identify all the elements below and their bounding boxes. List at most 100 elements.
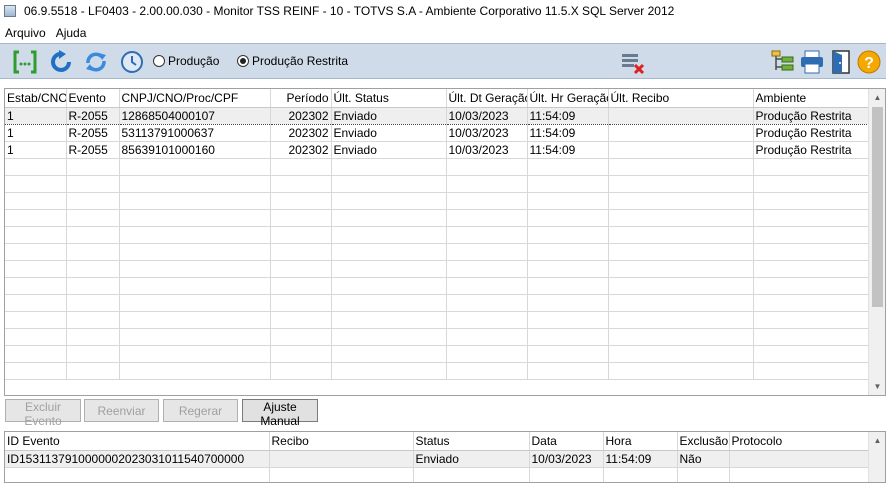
empty-cell — [608, 277, 754, 295]
table-cell-hr: 11:54:09 — [527, 106, 609, 125]
empty-cell — [5, 192, 67, 210]
empty-cell — [331, 294, 447, 312]
empty-cell — [119, 158, 271, 176]
history-header-row: ID Evento Recibo Status Data Hora Exclus… — [5, 432, 870, 451]
excluir-evento-button[interactable]: Excluir Evento — [5, 399, 81, 428]
history-cell-protocolo — [729, 450, 870, 468]
events-scrollbar[interactable]: ▲ ▼ — [868, 89, 885, 395]
empty-cell — [5, 311, 67, 329]
empty-cell — [66, 328, 120, 346]
radio-producao[interactable]: Produção — [153, 54, 219, 68]
empty-cell — [269, 467, 414, 482]
help-icon[interactable]: ? — [856, 49, 882, 75]
table-row[interactable]: 1 R-2055 53113791000637 202302 Enviado 10/03/… — [5, 124, 870, 142]
empty-cell — [603, 467, 678, 482]
col-hora[interactable]: Hora — [603, 432, 678, 451]
empty-row — [5, 277, 870, 295]
col-recibo[interactable]: Recibo — [269, 432, 414, 451]
radio-producao-input[interactable] — [153, 55, 165, 67]
empty-cell — [527, 158, 609, 176]
col-evento[interactable]: Evento — [66, 89, 120, 108]
col-id-evento[interactable]: ID Evento — [5, 432, 270, 451]
empty-cell — [66, 192, 120, 210]
events-header-row: Estab/CNO Evento CNPJ/CNO/Proc/CPF Perío… — [5, 89, 870, 108]
table-cell-periodo: 202302 — [270, 106, 332, 125]
empty-cell — [331, 158, 447, 176]
history-row[interactable]: ID1531137910000002023031011540700000 Envi… — [5, 450, 870, 468]
table-cell-dt: 10/03/2023 — [446, 124, 528, 142]
history-grid[interactable]: ID Evento Recibo Status Data Hora Exclus… — [4, 431, 886, 483]
col-ult-status[interactable]: Últ. Status — [331, 89, 447, 108]
regerar-button[interactable]: Regerar — [163, 399, 238, 422]
col-exclusao[interactable]: Exclusão — [677, 432, 730, 451]
delete-filter-icon[interactable] — [620, 49, 646, 75]
empty-cell — [331, 226, 447, 244]
empty-cell — [331, 345, 447, 363]
empty-cell — [5, 175, 67, 193]
scroll-up-icon[interactable]: ▲ — [869, 89, 885, 106]
menu-ajuda[interactable]: Ajuda — [51, 26, 92, 40]
empty-cell — [66, 243, 120, 261]
schedule-icon[interactable] — [119, 49, 145, 75]
empty-cell — [527, 294, 609, 312]
reenviar-button[interactable]: Reenviar — [84, 399, 159, 422]
empty-cell — [446, 175, 528, 193]
empty-cell — [5, 294, 67, 312]
empty-cell — [753, 294, 870, 312]
scroll-down-icon[interactable]: ▼ — [869, 378, 885, 395]
empty-cell — [753, 328, 870, 346]
table-cell-ambiente: Produção Restrita — [753, 141, 870, 159]
events-grid[interactable]: Estab/CNO Evento CNPJ/CNO/Proc/CPF Perío… — [4, 88, 886, 396]
empty-cell — [119, 362, 271, 380]
empty-cell — [527, 345, 609, 363]
empty-cell — [66, 294, 120, 312]
empty-cell — [446, 345, 528, 363]
scroll-thumb[interactable] — [872, 107, 883, 307]
refresh-icon[interactable] — [49, 49, 75, 75]
table-cell-recibo — [608, 106, 754, 125]
col-periodo[interactable]: Período — [270, 89, 332, 108]
col-ult-recibo[interactable]: Últ. Recibo — [608, 89, 754, 108]
col-data[interactable]: Data — [529, 432, 604, 451]
col-cnpj[interactable]: CNPJ/CNO/Proc/CPF — [119, 89, 271, 108]
radio-producao-restrita[interactable]: Produção Restrita — [237, 54, 348, 68]
radio-producao-restrita-input[interactable] — [237, 55, 249, 67]
tree-icon[interactable] — [770, 49, 796, 75]
empty-cell — [527, 277, 609, 295]
menu-arquivo[interactable]: Arquivo — [0, 26, 51, 40]
exit-icon[interactable] — [828, 49, 854, 75]
ajuste-manual-button[interactable]: Ajuste Manual — [242, 399, 318, 428]
history-scroll-up-icon[interactable]: ▲ — [869, 432, 885, 449]
empty-row — [5, 260, 870, 278]
table-cell-status: Enviado — [331, 124, 447, 142]
empty-row — [5, 467, 870, 482]
sync-icon[interactable] — [83, 49, 109, 75]
col-ult-hr-geracao[interactable]: Últ. Hr Geração — [527, 89, 609, 108]
parameters-icon[interactable] — [12, 49, 38, 75]
empty-cell — [527, 311, 609, 329]
empty-cell — [446, 277, 528, 295]
col-estab-cno[interactable]: Estab/CNO — [5, 89, 67, 108]
empty-cell — [270, 192, 332, 210]
table-row[interactable]: 1 R-2055 12868504000107 202302 Enviado 10/03/… — [5, 106, 870, 125]
empty-row — [5, 175, 870, 193]
empty-cell — [446, 328, 528, 346]
history-scrollbar[interactable]: ▲ — [868, 432, 885, 482]
col-protocolo[interactable]: Protocolo — [729, 432, 870, 451]
empty-cell — [66, 226, 120, 244]
empty-row — [5, 362, 870, 380]
history-table: ID Evento Recibo Status Data Hora Exclus… — [5, 432, 870, 482]
empty-row — [5, 345, 870, 363]
empty-cell — [331, 311, 447, 329]
col-ult-dt-geracao[interactable]: Últ. Dt Geração — [446, 89, 528, 108]
empty-cell — [270, 158, 332, 176]
col-ambiente[interactable]: Ambiente — [753, 89, 870, 108]
table-cell-evento: R-2055 — [66, 141, 120, 159]
col-status[interactable]: Status — [413, 432, 530, 451]
empty-cell — [66, 158, 120, 176]
print-icon[interactable] — [799, 49, 825, 75]
empty-row — [5, 209, 870, 227]
empty-cell — [753, 243, 870, 261]
empty-cell — [753, 226, 870, 244]
table-row[interactable]: 1 R-2055 85639101000160 202302 Enviado 10/03/… — [5, 141, 870, 159]
